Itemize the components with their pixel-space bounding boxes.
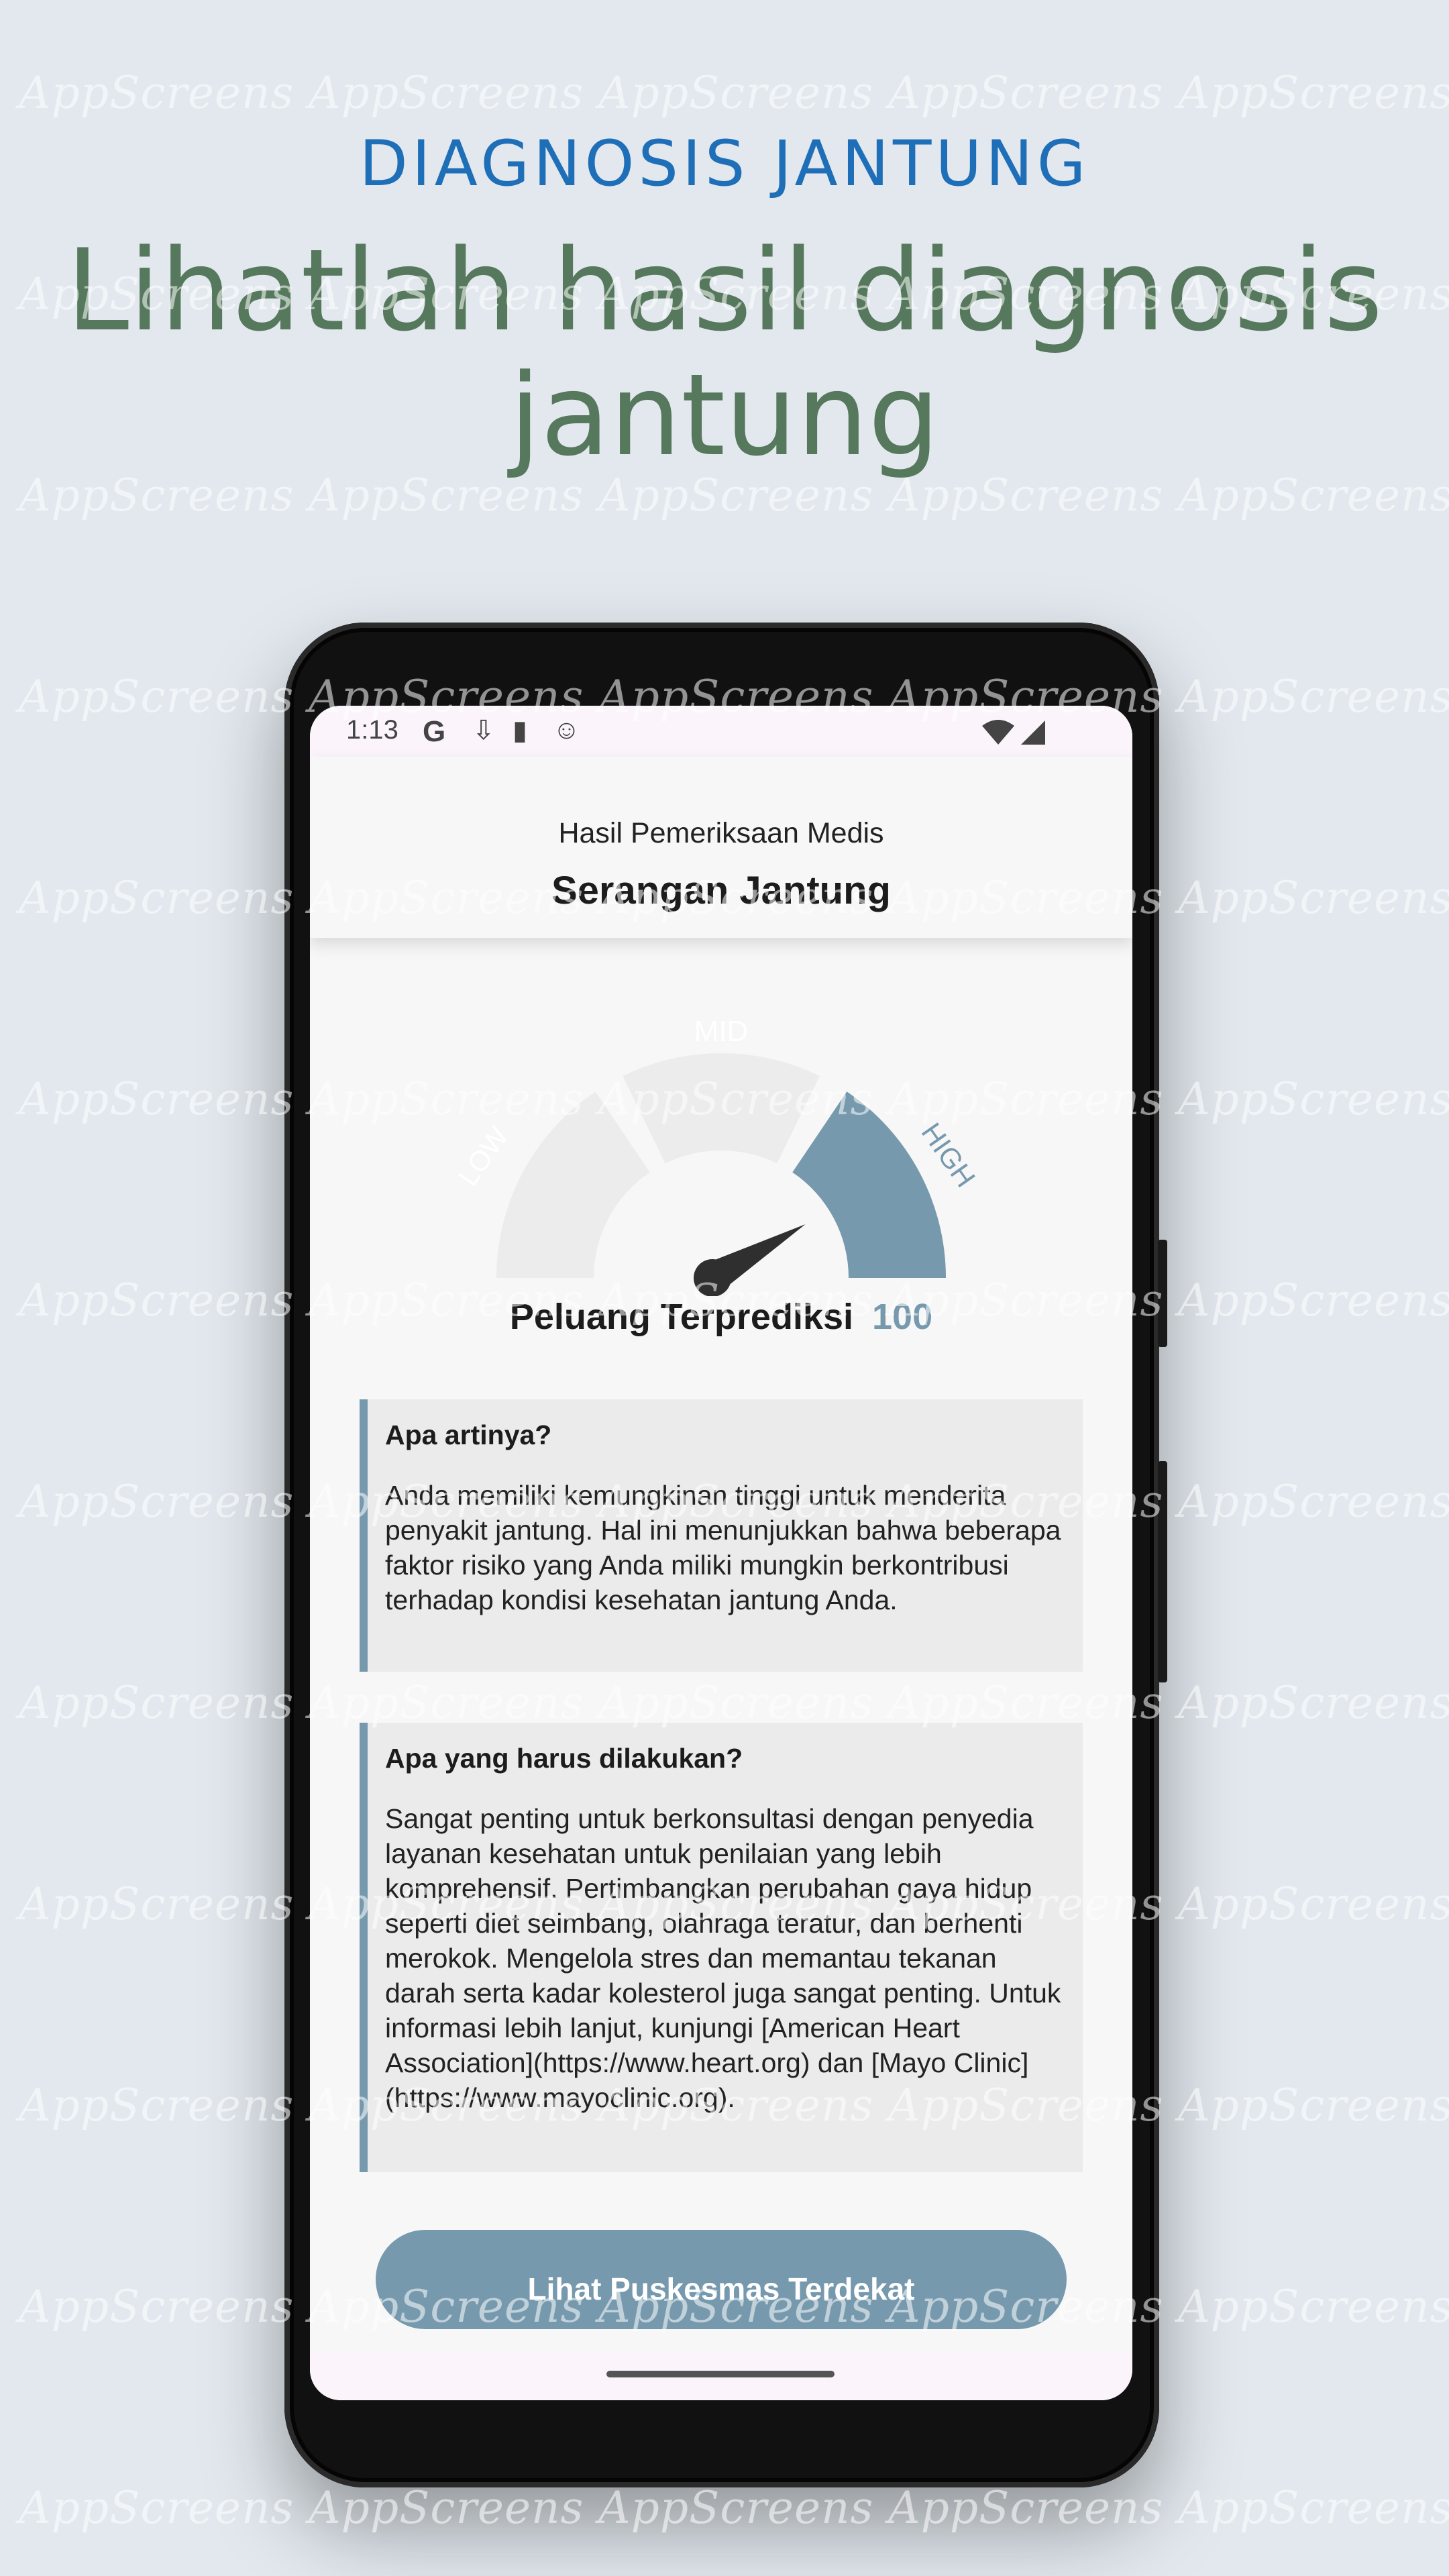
action-card: Apa yang harus dilakukan? Sangat penting… (360, 1723, 1083, 2172)
watermark-text: AppScreens (1178, 67, 1449, 119)
gauge-segment-high (792, 1091, 946, 1278)
gauge-label-low: LOW (451, 1121, 515, 1192)
meaning-card-title: Apa artinya? (385, 1419, 552, 1450)
watermark-text: AppScreens (1178, 671, 1449, 722)
home-gesture-handle[interactable] (606, 2371, 835, 2377)
watermark-text: AppScreens (598, 67, 874, 119)
risk-gauge: MID LOW HIGH (451, 1015, 982, 1296)
watermark-text: AppScreens (19, 1476, 294, 1527)
sd-card-icon: ▮ (513, 716, 528, 745)
action-card-body: Sangat penting untuk berkonsultasi denga… (385, 1803, 1061, 2113)
gauge-label-mid: MID (694, 1015, 749, 1048)
gauge-segment-low (496, 1091, 650, 1278)
gauge-needle-hub (694, 1259, 731, 1296)
prediction-label: Peluang Terprediksi (509, 1297, 854, 1337)
watermark-text: AppScreens (19, 2281, 294, 2332)
watermark-text: AppScreens (1178, 1677, 1449, 1729)
wifi-icon (982, 720, 1014, 745)
phone-side-button (1158, 1461, 1167, 1682)
app-bar-title: Serangan Jantung (551, 869, 891, 912)
watermark-text: AppScreens (19, 671, 294, 722)
prediction-value: 100 (872, 1297, 933, 1337)
face-icon: ☺ (553, 715, 580, 745)
watermark-text: AppScreens (1178, 1878, 1449, 1930)
watermark-text: AppScreens (19, 2482, 294, 2534)
gauge-label-high: HIGH (916, 1117, 982, 1193)
status-time: 1:13 (346, 715, 398, 745)
prediction-row: Peluang Terprediksi 100 (310, 1296, 1132, 1338)
watermark-row: AppScreens AppScreens AppScreens AppScreens… (0, 67, 1449, 121)
watermark-text: AppScreens (19, 1878, 294, 1930)
watermark-text: AppScreens (1178, 2482, 1449, 2534)
meaning-card-body: Anda memiliki kemungkinan tinggi untuk m… (385, 1480, 1061, 1615)
watermark-text: AppScreens (309, 67, 584, 119)
watermark-text: AppScreens (309, 2482, 584, 2534)
watermark-text: AppScreens (19, 872, 294, 924)
watermark-text: AppScreens (1178, 1275, 1449, 1326)
watermark-row: AppScreens AppScreens AppScreens AppScreens… (0, 2482, 1449, 2536)
watermark-text: AppScreens (1178, 1476, 1449, 1527)
app-screen: 1:13 G ⇩ ▮ ☺ Hasil Pemeriksaan Medis Ser… (310, 706, 1132, 2400)
phone-side-button (1158, 1240, 1167, 1347)
cell-signal-icon (1021, 720, 1045, 745)
watermark-text: AppScreens (888, 67, 1164, 119)
gauge-segment-mid (623, 1053, 820, 1164)
watermark-text: AppScreens (1178, 2080, 1449, 2131)
watermark-text: AppScreens (1178, 1073, 1449, 1125)
status-bar: 1:13 G ⇩ ▮ ☺ (310, 706, 1132, 757)
google-icon: G (423, 715, 446, 748)
watermark-text: AppScreens (19, 67, 294, 119)
watermark-text: AppScreens (19, 1073, 294, 1125)
action-card-title: Apa yang harus dilakukan? (385, 1743, 743, 1774)
meaning-card: Apa artinya? Anda memiliki kemungkinan t… (360, 1399, 1083, 1672)
app-bar-subtitle: Hasil Pemeriksaan Medis (558, 817, 884, 849)
download-icon: ⇩ (472, 716, 495, 745)
nearest-puskesmas-button[interactable]: Lihat Puskesmas Terdekat (376, 2230, 1067, 2329)
watermark-text: AppScreens (888, 2482, 1164, 2534)
navigation-bar (310, 2352, 1132, 2400)
watermark-text: AppScreens (19, 1677, 294, 1729)
hero-kicker: DIAGNOSIS JANTUNG (359, 127, 1090, 201)
watermark-text: AppScreens (19, 2080, 294, 2131)
hero-title: Lihatlah hasil diagnosis jantung (66, 225, 1383, 481)
watermark-text: AppScreens (598, 2482, 874, 2534)
watermark-text: AppScreens (1178, 872, 1449, 924)
watermark-text: AppScreens (19, 1275, 294, 1326)
app-bar: Hasil Pemeriksaan Medis Serangan Jantung (310, 757, 1132, 938)
watermark-text: AppScreens (1178, 2281, 1449, 2332)
